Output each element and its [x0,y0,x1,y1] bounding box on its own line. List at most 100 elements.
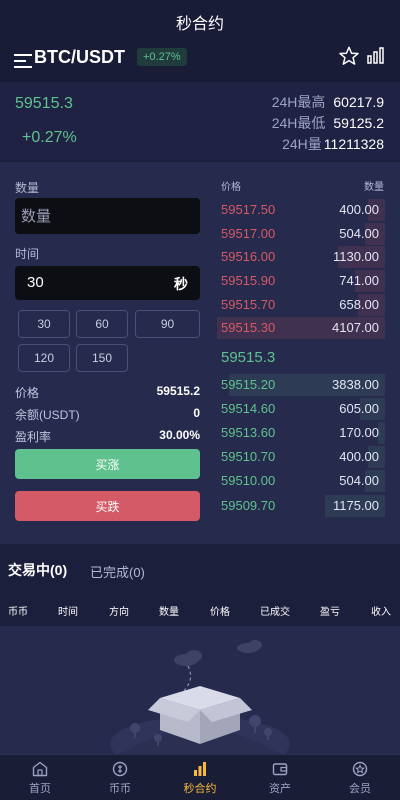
buy-down-button[interactable]: 买跌 [15,491,200,521]
volume-24h-value: 11211328 [323,136,384,152]
ask-price: 59515.30 [221,320,276,335]
star-icon[interactable] [338,45,360,67]
chart-icon[interactable] [366,45,386,65]
nav-spot[interactable]: 币币 [80,755,160,800]
bid-price: 59510.70 [221,449,276,464]
wallet-icon [272,762,288,775]
bid-qty: 504.00 [339,473,379,488]
buy-up-button[interactable]: 买涨 [15,449,200,479]
last-price: 59515.3 [15,95,73,112]
page-title: 秒合约 [175,16,224,33]
bid-row[interactable]: 59510.00 504.00 [217,469,385,493]
bid-qty: 400.00 [339,449,379,464]
column-header: 盈亏 [320,607,340,618]
bars-icon [194,761,206,776]
ask-row[interactable]: 59515.90 741.00 [217,269,385,293]
bid-price: 59514.60 [221,401,276,416]
volume-24h-label: 24H量 [282,136,322,152]
bid-row[interactable]: 59515.20 3838.00 [217,373,385,397]
bid-qty: 170.00 [339,425,379,440]
time-value: 30 [27,274,44,291]
ask-row[interactable]: 59515.70 658.00 [217,293,385,317]
column-header: 币币 [8,607,28,618]
bid-qty: 1175.00 [332,498,379,513]
bid-row[interactable]: 59514.60 605.00 [217,397,385,421]
bid-price: 59515.20 [221,377,276,392]
nav-second-contract[interactable]: 秒合约 [160,755,240,800]
nav-assets[interactable]: 资产 [240,755,320,800]
ask-qty: 4107.00 [332,320,379,335]
nav-home-label: 首页 [29,782,51,795]
time-option-30[interactable]: 30 [18,310,70,338]
bid-row[interactable]: 59509.70 1175.00 [217,494,385,518]
nav-home[interactable]: 首页 [0,755,80,800]
empty-box-illustration [110,640,290,754]
nav-member[interactable]: 会员 [320,755,400,800]
nav-second-contract-label: 秒合约 [183,782,217,795]
balance-row: 余额(USDT) 0 [15,406,200,423]
top-bar: 秒合约 [0,0,400,44]
ask-price: 59515.70 [221,297,276,312]
ask-row[interactable]: 59517.50 400.00 [217,198,385,222]
bid-row[interactable]: 59513.60 170.00 [217,421,385,445]
bid-qty: 605.00 [339,401,379,416]
time-unit: 秒 [174,276,188,292]
tab-trading[interactable]: 交易中(0) [8,560,67,580]
time-option-150[interactable]: 150 [76,344,128,372]
column-header: 方向 [109,607,129,618]
profit-rate-value: 30.00% [159,428,200,442]
ask-price: 59517.50 [221,202,276,217]
volume-24h: 24H量 11211328 [282,134,384,154]
bid-price: 59509.70 [221,498,276,513]
time-option-60[interactable]: 60 [76,310,128,338]
price-value: 59515.2 [156,384,200,398]
low-24h-label: 24H最低 [271,115,326,131]
price-row: 价格 59515.2 [15,384,200,401]
change-percent: +0.27% [22,129,77,146]
ask-price: 59515.90 [221,273,276,288]
high-24h-label: 24H最高 [271,94,326,110]
ask-row[interactable]: 59515.30 4107.00 [217,316,385,340]
low-24h-value: 59125.2 [333,115,384,131]
nav-spot-label: 币币 [109,782,131,795]
quantity-input[interactable] [15,198,200,234]
time-option-90[interactable]: 90 [135,310,200,338]
time-option-120[interactable]: 120 [18,344,70,372]
empty-state [0,626,400,754]
mid-price: 59515.3 [221,349,276,366]
ask-row[interactable]: 59516.00 1130.00 [217,245,385,269]
tab-completed[interactable]: 已完成(0) [90,562,145,581]
ask-qty: 504.00 [339,226,379,241]
column-header: 时间 [58,607,78,618]
high-24h-value: 60217.9 [333,94,384,110]
column-header: 已成交 [260,607,290,618]
low-24h: 24H最低 59125.2 [272,113,384,133]
ask-price: 59517.00 [221,226,276,241]
home-icon [32,761,48,776]
nav-assets-label: 资产 [269,782,291,795]
column-header: 数量 [159,607,179,618]
ask-qty: 400.00 [339,202,379,217]
time-field[interactable]: 30 秒 [15,266,200,300]
quantity-label: 数量 [15,181,40,195]
member-icon [352,761,368,776]
profit-rate-label: 盈利率 [15,430,52,444]
bid-price: 59510.00 [221,473,276,488]
bid-row[interactable]: 59510.70 400.00 [217,445,385,469]
high-24h: 24H最高 60217.9 [272,92,384,112]
balance-value: 0 [193,406,200,420]
coin-icon [112,761,128,776]
symbol-name[interactable]: BTC/USDT [34,47,125,68]
ask-qty: 1130.00 [332,249,379,264]
time-label: 时间 [15,247,40,261]
bid-price: 59513.60 [221,425,276,440]
column-header: 收入 [371,607,391,618]
bid-qty: 3838.00 [332,377,379,392]
menu-icon[interactable] [14,54,32,70]
depth-bar [378,422,385,444]
ask-row[interactable]: 59517.00 504.00 [217,222,385,246]
profit-rate-row: 盈利率 30.00% [15,428,200,445]
price-label: 价格 [15,386,40,400]
ask-qty: 658.00 [339,297,379,312]
nav-member-label: 会员 [349,782,371,795]
